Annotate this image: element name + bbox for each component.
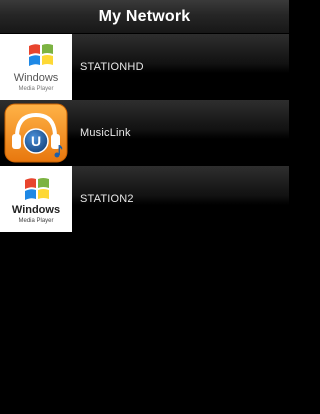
device-icon-box: Windows Media Player (0, 165, 72, 232)
device-list: Windows Media Player STATIONHD U MusicLi… (0, 33, 289, 232)
icon-wordmark: Windows (12, 204, 60, 216)
windows-media-player-icon: Windows Media Player (14, 43, 59, 92)
device-name: MusicLink (80, 126, 131, 139)
device-row-station2[interactable]: Windows Media Player STATION2 (0, 165, 289, 232)
device-icon-box: Windows Media Player (0, 33, 72, 100)
device-row-stationhd[interactable]: Windows Media Player STATIONHD (0, 33, 289, 100)
page-title: My Network (98, 7, 191, 25)
icon-subword: Media Player (18, 218, 53, 224)
device-name: STATIONHD (80, 60, 144, 73)
title-bar: My Network (0, 0, 289, 34)
device-name: STATION2 (80, 192, 134, 205)
icon-wordmark: Windows (14, 72, 59, 84)
icon-letter: U (31, 133, 41, 149)
icon-subword: Media Player (18, 86, 53, 92)
device-row-musiclink[interactable]: U MusicLink (0, 100, 289, 166)
device-icon-box: U (0, 100, 72, 166)
musiclink-headphones-icon: U (4, 103, 68, 162)
windows-media-player-icon: Windows Media Player (12, 177, 60, 224)
